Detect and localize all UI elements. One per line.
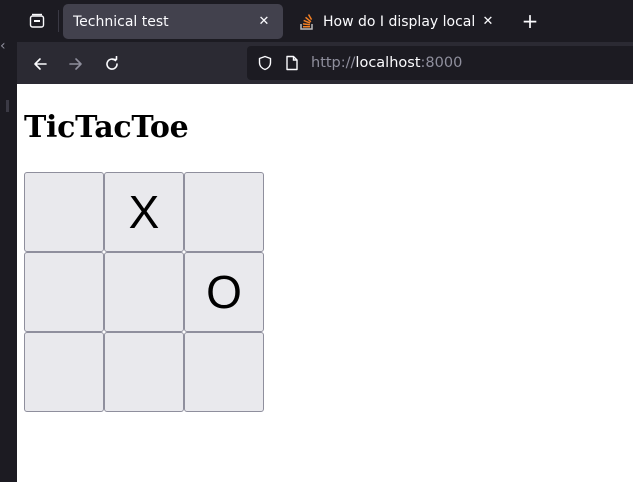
- board-cell-8[interactable]: [184, 332, 264, 412]
- reload-icon: [106, 56, 118, 70]
- back-arrow-icon: [34, 58, 47, 70]
- tab-title: Technical test: [73, 13, 169, 30]
- board-cell-4[interactable]: [104, 252, 184, 332]
- board-cell-5[interactable]: O: [184, 252, 264, 332]
- tab-list-button[interactable]: [23, 7, 51, 35]
- side-window-strip: ‹: [0, 0, 17, 482]
- board-cell-1[interactable]: X: [104, 172, 184, 252]
- page-title: TicTacToe: [24, 110, 189, 145]
- tab-title: How do I display local ima: [323, 13, 479, 30]
- board-cell-7[interactable]: [104, 332, 184, 412]
- new-tab-button[interactable]: +: [519, 10, 541, 32]
- url-protocol: http://: [311, 55, 356, 71]
- board-cell-6[interactable]: [24, 332, 104, 412]
- plus-icon: +: [521, 9, 539, 33]
- browser-window: ‹ Technical test ✕ How do I display loca…: [0, 0, 633, 482]
- url-text[interactable]: http://localhost:8000: [311, 55, 462, 71]
- close-icon[interactable]: ✕: [479, 13, 497, 31]
- stackoverflow-icon: [299, 13, 315, 30]
- forward-button[interactable]: [62, 50, 90, 78]
- board-cell-3[interactable]: [24, 252, 104, 332]
- url-host: localhost: [355, 55, 421, 71]
- tictactoe-board: X O: [24, 172, 264, 412]
- close-icon[interactable]: ✕: [255, 13, 273, 31]
- board-cell-0[interactable]: [24, 172, 104, 252]
- chevron-left-icon: ‹: [0, 38, 6, 54]
- page-icon[interactable]: [285, 55, 299, 71]
- page-content: TicTacToe X O: [17, 84, 633, 482]
- scroll-marker: [6, 100, 9, 112]
- tab-technical-test[interactable]: Technical test ✕: [63, 4, 283, 39]
- tab-separator: [58, 10, 59, 32]
- board-cell-2[interactable]: [184, 172, 264, 252]
- tab-bar: Technical test ✕ How do I display local …: [17, 0, 633, 42]
- tracking-shield-icon[interactable]: [257, 55, 273, 71]
- address-bar[interactable]: http://localhost:8000: [247, 46, 633, 80]
- url-port: :8000: [420, 55, 463, 71]
- back-button[interactable]: [26, 50, 54, 78]
- navigation-toolbar: http://localhost:8000: [17, 42, 633, 84]
- tab-stackoverflow[interactable]: How do I display local ima ✕: [289, 4, 507, 39]
- forward-arrow-icon: [69, 58, 82, 70]
- reload-button[interactable]: [98, 50, 126, 78]
- tab-list-icon: [29, 13, 45, 28]
